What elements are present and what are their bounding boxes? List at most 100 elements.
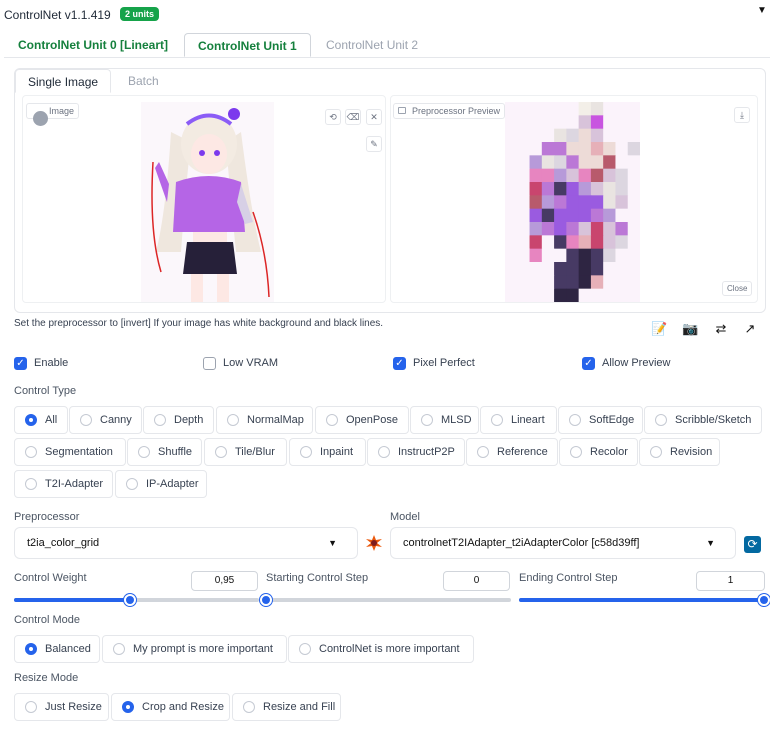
starting-step-input[interactable]: 0 [443,571,510,591]
control-type-mlsd[interactable]: MLSD [410,406,479,434]
control-type-openpose[interactable]: OpenPose [315,406,409,434]
preprocessor-hint: Set the preprocessor to [invert] If your… [14,318,384,329]
mosaic-cell [566,195,580,210]
send-dimensions-icon[interactable]: ↗ [742,322,758,336]
mosaic-cell [517,275,531,290]
camera-icon[interactable]: 📷 [682,322,698,336]
notepad-icon[interactable]: 📝 [651,322,667,336]
preview-close-button[interactable]: Close [722,281,753,296]
chevron-down-icon: ▼ [328,538,337,548]
radio-off-icon [326,414,338,426]
mosaic-cell [578,155,592,170]
enable-checkbox[interactable]: ✓ [14,357,27,370]
control-type-all[interactable]: All [14,406,68,434]
mosaic-cell [554,275,567,290]
mosaic-cell [566,142,580,156]
control-weight-slider-fill [14,598,131,602]
mosaic-cell [541,275,555,290]
mosaic-cell [603,235,616,250]
control-type-canny[interactable]: Canny [69,406,142,434]
mosaic-cell [541,168,555,183]
control-type-t2i-adapter[interactable]: T2I-Adapter [14,470,113,498]
mosaic-cell [627,262,640,276]
tab-batch[interactable]: Batch [116,69,171,93]
ending-step-slider-thumb[interactable] [758,594,770,606]
mosaic-cell [615,288,629,302]
resize-mode-just-resize[interactable]: Just Resize [14,693,109,721]
preprocessor-dropdown[interactable]: t2ia_color_grid ▼ [14,527,358,559]
pixel-perfect-checkbox[interactable]: ✓ [393,357,406,370]
allow-preview-checkbox[interactable]: ✓ [582,357,595,370]
ending-step-input[interactable]: 1 [696,571,765,591]
allow-preview-label: Allow Preview [602,357,671,369]
run-preprocessor-icon[interactable] [366,535,382,551]
mosaic-cell [541,262,555,276]
control-type-scribble[interactable]: Scribble/Sketch [644,406,762,434]
control-type-softedge[interactable]: SoftEdge [558,406,643,434]
starting-step-slider-thumb[interactable] [260,594,272,606]
resize-mode-resize-and-fill[interactable]: Resize and Fill [232,693,341,721]
control-type-inpaint[interactable]: Inpaint [289,438,366,466]
control-type-revision[interactable]: Revision [639,438,720,466]
tab-unit-0[interactable]: ControlNet Unit 0 [Lineart] [10,33,176,57]
control-type-instructp2p[interactable]: InstructP2P [367,438,465,466]
control-type-shuffle[interactable]: Shuffle [127,438,202,466]
radio-off-icon [569,414,581,426]
starting-step-slider[interactable] [266,598,511,602]
mosaic-cell [578,195,592,210]
ending-step-slider-fill [519,598,764,602]
pixel-perfect-label: Pixel Perfect [413,357,475,369]
swap-icon[interactable]: ⇄ [713,322,729,336]
radio-on-icon [122,701,134,713]
mosaic-cell [505,142,518,156]
mosaic-cell [529,182,543,196]
tab-unit-1[interactable]: ControlNet Unit 1 [184,33,311,57]
control-mode-prompt[interactable]: My prompt is more important [102,635,287,663]
control-type-tile-blur[interactable]: Tile/Blur [204,438,287,466]
control-type-normalmap[interactable]: NormalMap [216,406,313,434]
control-type-segmentation[interactable]: Segmentation [14,438,126,466]
tab-single-image[interactable]: Single Image [15,69,112,93]
preprocessor-preview-image [505,102,640,302]
close-icon[interactable]: ✕ [366,109,382,125]
model-dropdown[interactable]: controlnetT2IAdapter_t2iAdapterColor [c5… [390,527,736,559]
brush-icon[interactable]: ✎ [366,136,382,152]
refresh-icon[interactable]: ⟳ [744,536,761,553]
radio-off-icon [126,478,138,490]
tab-unit-2[interactable]: ControlNet Unit 2 [318,33,426,57]
mosaic-cell [517,288,531,302]
mosaic-cell [615,128,629,143]
collapse-arrow-icon[interactable]: ▼ [757,5,767,16]
radio-off-icon [227,414,239,426]
radio-off-icon [25,446,37,458]
control-type-ip-adapter[interactable]: IP-Adapter [115,470,207,498]
mosaic-cell [627,155,640,170]
radio-off-icon [300,446,312,458]
mosaic-cell [615,235,629,250]
radio-off-icon [138,446,150,458]
rotate-icon[interactable]: ⟲ [325,109,341,125]
mosaic-cell [517,248,531,263]
mosaic-cell [615,262,629,276]
mosaic-cell [627,288,640,302]
resize-mode-label: Resize Mode [14,672,79,684]
control-type-recolor[interactable]: Recolor [559,438,638,466]
control-type-reference[interactable]: Reference [466,438,558,466]
control-mode-controlnet[interactable]: ControlNet is more important [288,635,474,663]
control-type-depth[interactable]: Depth [143,406,214,434]
mosaic-cell [517,195,531,210]
mosaic-cell [554,288,567,302]
low-vram-checkbox[interactable] [203,357,216,370]
control-type-lineart[interactable]: Lineart [480,406,557,434]
resize-mode-crop-and-resize[interactable]: Crop and Resize [111,693,230,721]
mosaic-cell [566,288,580,302]
download-icon[interactable]: ⤓ [734,107,750,123]
erase-icon[interactable]: ⌫ [345,109,361,125]
mosaic-cell [627,208,640,223]
mosaic-cell [603,248,616,263]
control-weight-input[interactable]: 0,95 [191,571,258,591]
control-mode-balanced[interactable]: Balanced [14,635,100,663]
info-icon[interactable] [33,111,48,126]
mosaic-cell [529,155,543,170]
control-weight-slider-thumb[interactable] [124,594,137,606]
